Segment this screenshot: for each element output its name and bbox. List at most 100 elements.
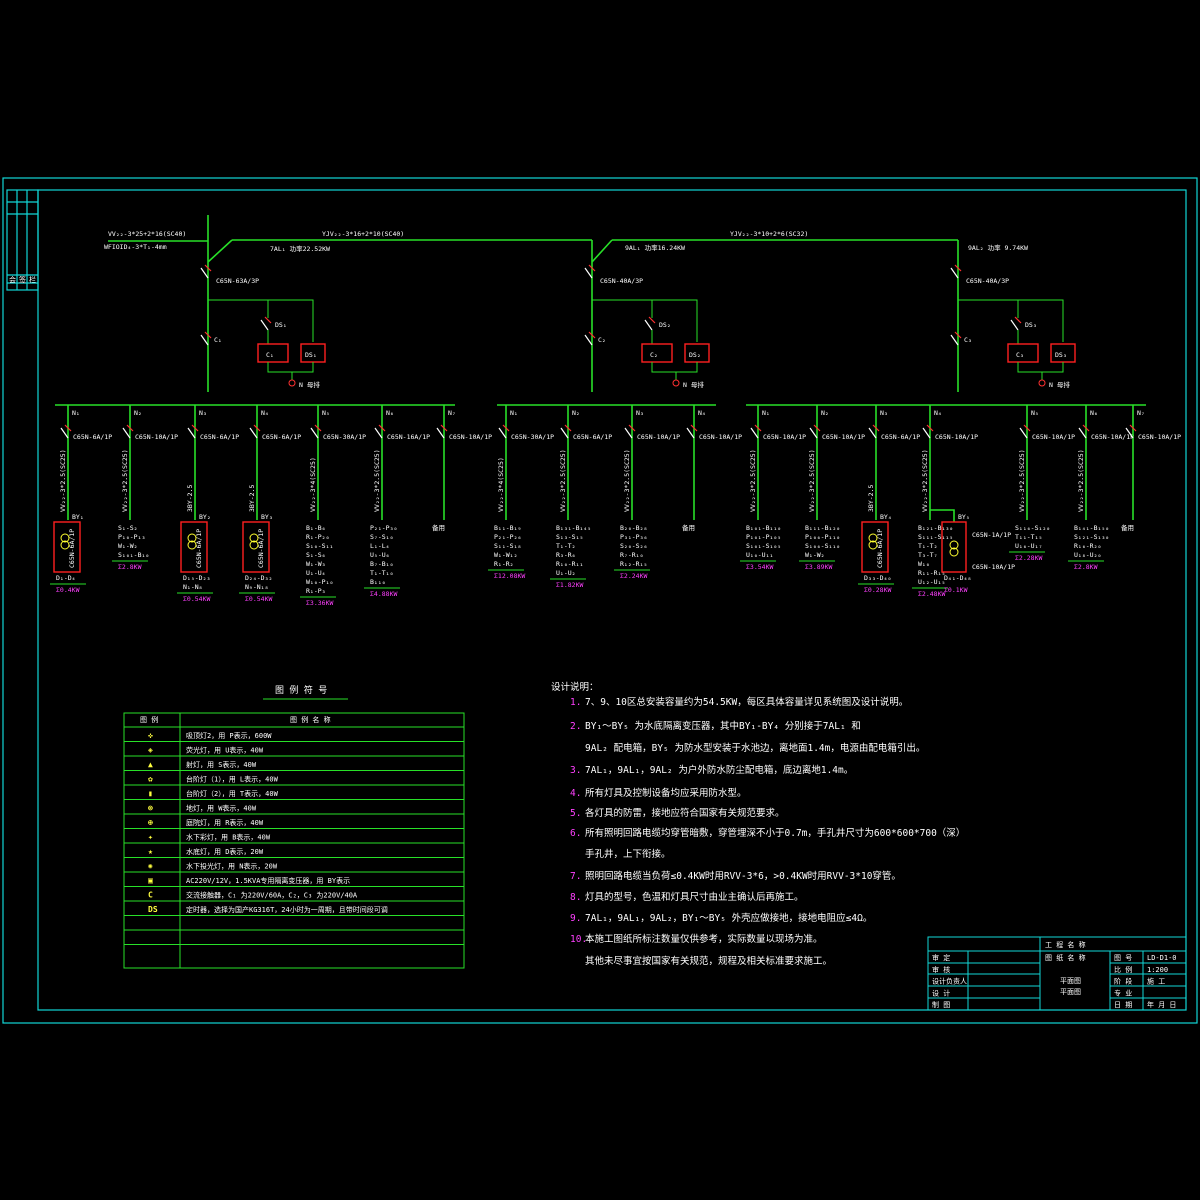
branch-18: N₇ C65N-10A/1P 备用	[1121, 405, 1181, 532]
note-text: 其他未尽事宜按国家有关规范，规程及相关标准要求施工。	[585, 955, 832, 967]
switch-blade	[644, 319, 653, 331]
switch-blade	[750, 427, 759, 439]
branch-load: B₁-B₆	[306, 524, 326, 532]
switch-blade	[498, 427, 507, 439]
branch-5: N₅C65N-30A/1PVV₂₂-3*4(SC25)B₁-B₆R₁-P₂₀S₁…	[300, 405, 366, 607]
note-text: 本施工图纸所标注数量仅供参考，实际数量以现场为准。	[585, 933, 823, 945]
branch-neutral: N₄	[261, 409, 269, 417]
branch-neutral: N₆	[1090, 409, 1098, 417]
branch-kw: Σ0.54KW	[183, 595, 210, 603]
branches-layer: N₁C65N-6A/1PVV₂₂-3*2.5(SC25)BY₁C65N-6A/1…	[50, 405, 1181, 607]
neutral-terminal	[672, 379, 680, 387]
legend-text: 吸顶灯2，用 P表示，600W	[186, 731, 272, 740]
branch-load: S₁₂₁-S₁₃₀	[1074, 533, 1109, 541]
notes-rows: 1. 7、9、10区总安装容量约为54.5KW，每区具体容量详见系统图及设计说明。…	[570, 696, 965, 967]
transformer-breaker: C65N-6A/1P	[876, 529, 884, 568]
transformer-box	[53, 521, 81, 573]
branch-load: L₁-L₄	[370, 542, 390, 550]
branch-neutral: N₅	[322, 409, 330, 417]
branch-breaker: C65N-30A/1P	[323, 433, 366, 441]
branch-load: U₁-U₄	[306, 569, 326, 577]
branch-cable: VV₂₂-3*2.5(SC25)	[1018, 449, 1026, 512]
branch-breaker: C65N-10A/1P	[637, 433, 680, 441]
branch-neutral: N₃	[636, 409, 644, 417]
feeder1-cable: YJV₂₂-3*16+2*10(SC40)	[322, 230, 404, 238]
note-number: 3.	[570, 765, 581, 776]
branch-16: N₅ C65N-10A/1P VV₂₂-3*2.5(SC25) S₁₁₆-S₁₂₀T₁…	[1009, 405, 1075, 562]
title-field-value: 施 工	[1147, 977, 1165, 986]
legend-symbol: ✺	[148, 862, 153, 871]
branch-cable: VV₂₂-3*2.5(SC25)	[559, 449, 567, 512]
incoming-cable-main: VV₂₂-3*25+2*16(SC40)	[108, 230, 186, 238]
branch-load: B₁₁₁-B₁₂₀	[805, 524, 840, 532]
branch-load: U₁-U₂	[556, 569, 576, 577]
branch-11: N₄ C65N-10A/1P 备用	[682, 405, 742, 532]
incoming-cable-sub: WFIOID₄-3*T₁-4mm	[104, 243, 167, 251]
control-wire	[592, 299, 698, 342]
branch-9: N₂ C65N-6A/1P VV₂₂-3*2.5(SC25) B₁₃₁-B₁₄₅S₁₃…	[550, 405, 612, 589]
branch-load: D₂₄-D₃₂	[245, 574, 272, 582]
switch-blade	[436, 427, 445, 439]
branch-load: N₉-N₁₈	[245, 583, 268, 591]
branch-17: N₆ C65N-10A/1P VV₂₂-3*2.5(SC25) B₁₄₁-B₁₅₀S₁…	[1068, 405, 1134, 571]
note-number: 5.	[570, 808, 581, 819]
title-role: 审 定	[932, 953, 950, 962]
branch-kw: Σ2.8KW	[118, 563, 142, 571]
switch-blade	[122, 427, 131, 439]
legend-text: 射灯，用 S表示，40W	[186, 760, 257, 769]
branch-neutral: N₇	[448, 409, 456, 417]
legend: 图 例 符 号 图 例 图 例 名 称 ✜ 吸顶灯2，用 P表示，600W ◈ 荧光灯…	[123, 684, 465, 969]
branch-cable: VV₂₂-3*2.5(SC25)	[808, 449, 816, 512]
branch-load: P₃₁-P₃₆	[620, 533, 647, 541]
branch-6: N₆ C65N-16A/1P VV₂₂-3*2.5(SC25) P₂₁-P₃₀S₇-S…	[364, 405, 430, 598]
branch-load: S₁-S₂	[118, 524, 138, 532]
drawing-label: 图 纸 名 称	[1045, 953, 1086, 962]
drawing-canvas: 会签栏 VV₂₂-3*25+2*16(SC40) WFIOID₄-3*T₁-4m…	[2, 177, 1198, 1024]
legend-symbol: DS	[148, 905, 158, 914]
legend-text: 荧光灯，用 U表示，40W	[186, 746, 264, 755]
branch-neutral: N₂	[821, 409, 829, 417]
switch-blade	[686, 427, 695, 439]
branch-cable: VV₂₂-3*2.5(SC25)	[121, 449, 129, 512]
note-text: 7、9、10区总安装容量约为54.5KW，每区具体容量详见系统图及设计说明。	[585, 696, 908, 708]
branch-load: B₁₀₁-B₁₁₀	[746, 524, 781, 532]
side-stamp-grid: 会签栏	[6, 189, 39, 291]
title-field-key: 日 期	[1114, 1001, 1132, 1009]
legend-text: 庭院灯，用 R表示，40W	[186, 818, 264, 827]
branch-load: S₁₀₁-S₁₀₅	[746, 542, 781, 550]
note-text: 所有灯具及控制设备均应采用防水型。	[585, 787, 747, 799]
branch-load: R₁₆-R₂₀	[1074, 542, 1101, 550]
note-number: 4.	[570, 788, 581, 799]
by5-breaker-1: C65N-1A/1P	[972, 531, 1011, 539]
branch-cable: VV₂₂-3*2.5(SC25)	[921, 449, 929, 512]
title-role: 设 计	[932, 988, 950, 997]
project-label: 工 程 名 称	[1045, 940, 1086, 949]
branch-1: N₁ C65N-6A/1P VV₂₂-3*2.5(SC25) BY₁ C65N-6A/1…	[50, 405, 112, 594]
note-number: 6.	[570, 828, 581, 839]
branch-cable: 3BY-2.5	[867, 485, 875, 512]
branch-load: W₁₀-P₁₀	[306, 578, 333, 586]
branch-load: B₇-B₁₀	[370, 560, 393, 568]
title-field-key: 图 号	[1114, 954, 1132, 962]
branch-cable: 3BY-2.5	[248, 485, 256, 512]
branch-load: W₁-W₁₂	[494, 551, 517, 559]
branch-kw: Σ1.82KW	[556, 581, 583, 589]
ds-switch-label: DS₁	[275, 321, 287, 329]
branch-breaker: C65N-10A/1P	[449, 433, 492, 441]
note-text: 7AL₁，9AL₁，9AL₂，BY₁～BY₅ 外壳应做接地，接地电阻应≤4Ω。	[585, 912, 872, 924]
panel-breaker-label: C65N-63A/3P	[216, 277, 259, 285]
branch-load: P₁₀₆-P₁₁₀	[805, 533, 840, 541]
branch-cable: VV₂₂-3*2.5(SC25)	[623, 449, 631, 512]
branch-load: B₂₀-B₂₈	[620, 524, 647, 532]
branch-10: N₃ C65N-10A/1P VV₂₂-3*2.5(SC25) B₂₀-B₂₈P₃₁-…	[614, 405, 680, 580]
switch-blade	[200, 267, 209, 279]
branch-load: W₁₀	[918, 560, 930, 568]
legend-title: 图 例 符 号	[275, 684, 327, 696]
legend-symbol: ✿	[148, 775, 153, 784]
by5-kw: Σ0.1KW	[944, 586, 968, 594]
branch-neutral: N₇	[1137, 409, 1145, 417]
transformer-box	[242, 521, 270, 573]
branch-15: N₄ C65N-10A/1P VV₂₂-3*2.5(SC25) B₁₂₁-B₁₃₀S₁…	[912, 405, 978, 598]
neutral-label: N 母排	[1049, 380, 1070, 389]
legend-symbol: ▣	[148, 876, 153, 885]
